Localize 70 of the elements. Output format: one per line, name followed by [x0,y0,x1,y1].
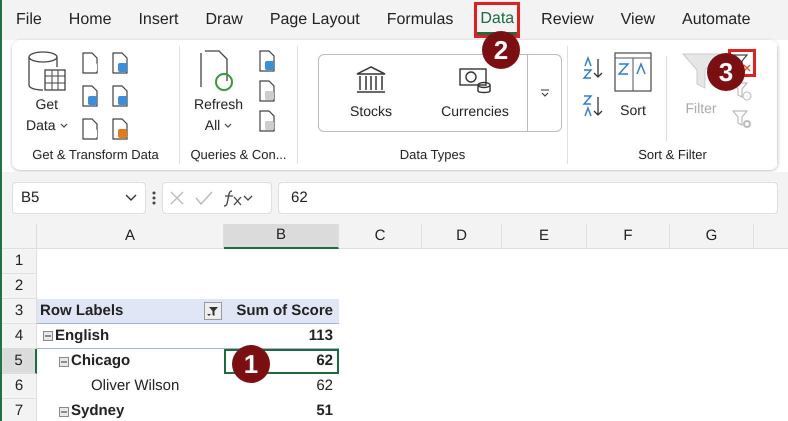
funnel-icon [681,52,721,90]
column-header[interactable]: G [670,224,754,249]
column-header[interactable]: C [339,224,422,249]
filter-dropdown-icon[interactable] [204,302,222,320]
get-data-label: Get [36,95,58,114]
ribbon-tab[interactable]: Automate [682,5,751,35]
ribbon-tab[interactable]: Page Layout [270,5,360,35]
row-label: Chicago [71,351,130,372]
value-cell-text: 51 [315,401,334,421]
data-type-button[interactable]: Stocks [319,55,423,131]
pivot-header-label: Row Labels [40,300,124,321]
ribbon-tab[interactable]: Draw [205,5,243,35]
row-label: English [55,326,110,346]
check-icon[interactable] [195,190,213,206]
row-label: Oliver Wilson [91,376,180,396]
bank-icon [354,64,388,94]
sort-descending-icon[interactable] [582,94,604,118]
row-label: Sydney [71,401,124,421]
formula-field[interactable]: 62 [278,182,778,214]
column-header[interactable]: E [502,224,587,249]
row-header[interactable]: 6 [2,374,37,399]
refresh-all-label: Refresh [194,95,244,114]
row-header[interactable]: 1 [2,249,37,274]
data-type-label: Currencies [441,102,509,120]
pivot-header-cell: Sum of Score [224,299,339,324]
row-header[interactable]: 7 [2,399,37,421]
step-badge: 1 [232,345,270,383]
more-icon[interactable] [152,191,156,205]
collapse-icon[interactable] [59,356,69,366]
group-label: Queries & Con... [189,146,288,164]
group-label: Get & Transform Data [31,146,160,164]
column-header[interactable]: B [224,224,339,249]
caret-icon [224,122,232,128]
group-label: Sort & Filter [637,146,708,164]
refresh-all-button[interactable]: Refresh All [194,50,244,144]
ribbon-tab[interactable]: Formulas [386,5,454,35]
sort-dialog-icon [614,52,652,92]
get-data-label: Data [26,116,56,135]
get-data-button[interactable]: Get Data [26,50,68,144]
row-header[interactable]: 4 [2,324,37,349]
refresh-all-label: All [204,116,220,135]
ribbon-tab[interactable]: Insert [138,5,178,35]
row-header[interactable]: 2 [2,274,37,299]
data-type-label: Stocks [350,102,392,120]
sort-ascending-icon[interactable] [582,56,604,80]
sort-label: Sort [620,101,646,120]
column-header[interactable]: A [37,224,224,249]
name-box[interactable]: B5 [12,182,146,214]
ribbon-tab[interactable]: Data [477,5,518,35]
collapse-icon[interactable] [59,406,69,416]
ribbon-tab[interactable]: Review [541,5,594,35]
group-label: Data Types [398,146,466,164]
database-file-icon[interactable] [110,118,130,140]
ribbon-tab[interactable]: File [16,5,42,35]
collapse-icon[interactable] [43,331,53,341]
advanced-filter-icon [731,108,753,130]
ribbon-tab[interactable]: Home [68,5,112,35]
row-header[interactable]: 3 [2,299,37,324]
sort-button[interactable]: Sort [614,52,652,144]
caret-icon [60,122,68,128]
dropdown-icon [125,194,137,202]
value-cell-text: 62 [315,376,334,396]
column-header[interactable]: F [587,224,670,249]
row-header[interactable]: 5 [2,349,37,374]
column-header[interactable]: D [422,224,502,249]
filter-label: Filter [685,99,717,118]
ribbon-tab[interactable]: View [620,5,656,35]
function-icon[interactable] [223,189,253,207]
clear-filter-icon[interactable] [731,52,753,74]
expand-gallery-icon [540,89,550,97]
